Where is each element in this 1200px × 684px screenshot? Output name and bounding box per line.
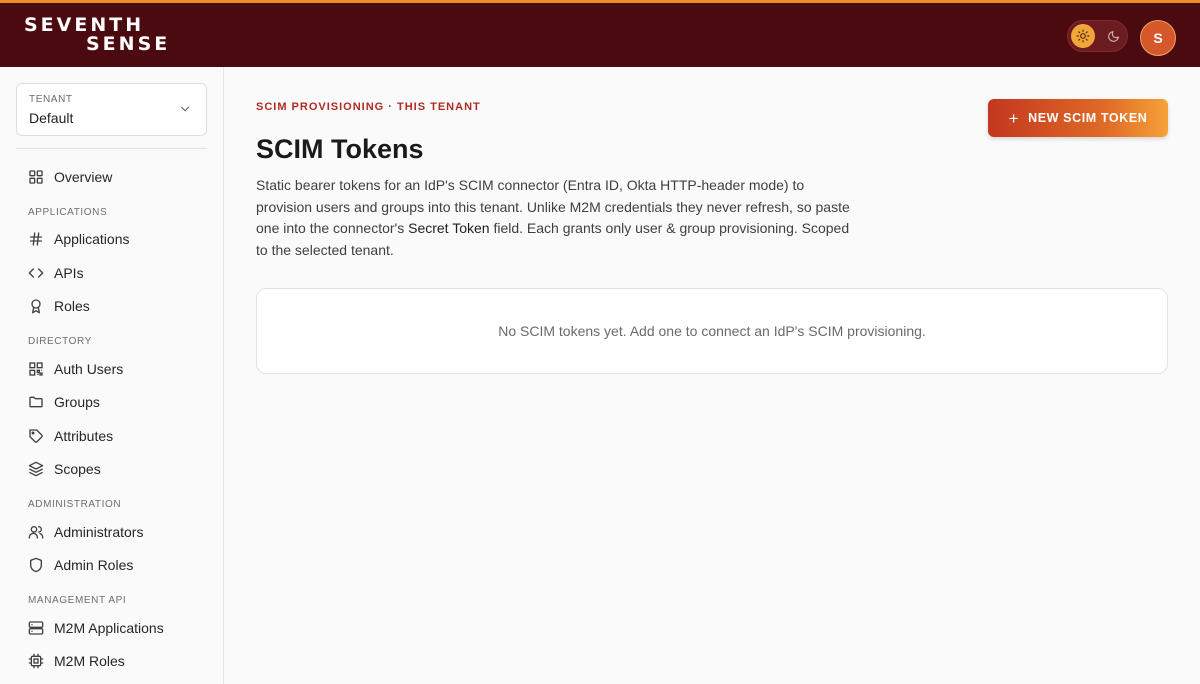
sidebar-item-apis[interactable]: APIs	[16, 259, 207, 287]
sidebar-item-attributes[interactable]: Attributes	[16, 422, 207, 450]
top-bar: SEVENTH SENSE S	[0, 0, 1200, 67]
sidebar-item-label: Attributes	[54, 428, 114, 444]
sidebar-item-label: Groups	[54, 394, 100, 410]
cpu-icon	[26, 651, 46, 671]
section-directory: DIRECTORY	[28, 336, 92, 347]
sidebar-item-label: Admin Roles	[54, 557, 134, 573]
layers-icon	[26, 459, 46, 479]
tenant-label: TENANT	[29, 94, 73, 105]
award-icon	[26, 296, 46, 316]
logo-line-2: SENSE	[86, 33, 171, 55]
theme-toggle[interactable]	[1067, 20, 1128, 52]
sun-icon[interactable]	[1071, 24, 1095, 48]
grid-icon	[26, 167, 46, 187]
sidebar-item-administrators[interactable]: Administrators	[16, 518, 207, 546]
sidebar-item-label: Administrators	[54, 524, 144, 540]
sidebar-item-m2m-applications[interactable]: M2M Applications	[16, 614, 207, 642]
description-emphasis: Secret Token	[408, 220, 490, 237]
seventh-sense-logo[interactable]: SEVENTH SENSE	[24, 13, 184, 57]
sidebar-item-admin-roles[interactable]: Admin Roles	[16, 551, 207, 579]
users-icon	[26, 522, 46, 542]
sidebar-item-auth-users[interactable]: Auth Users	[16, 355, 207, 383]
empty-state-message: No SCIM tokens yet. Add one to connect a…	[498, 323, 926, 339]
qr-code-icon	[26, 359, 46, 379]
sidebar-item-label: Scopes	[54, 461, 101, 477]
sidebar-item-roles[interactable]: Roles	[16, 292, 207, 320]
sidebar-item-label: APIs	[54, 265, 84, 281]
tenant-value: Default	[29, 110, 74, 126]
sidebar-item-label: Applications	[54, 231, 130, 247]
logo-line-1: SEVENTH	[24, 14, 145, 36]
user-avatar[interactable]: S	[1140, 20, 1176, 56]
tenant-selector[interactable]: TENANT Default	[16, 83, 207, 136]
folder-icon	[26, 392, 46, 412]
sidebar-divider	[16, 148, 207, 149]
hash-icon	[26, 229, 46, 249]
main-content: SCIM PROVISIONING · THIS TENANT SCIM Tok…	[224, 67, 1200, 684]
sidebar-item-label: Auth Users	[54, 361, 124, 377]
tag-icon	[26, 426, 46, 446]
moon-icon[interactable]	[1103, 26, 1123, 46]
page-title: SCIM Tokens	[256, 134, 424, 164]
sidebar-item-scopes[interactable]: Scopes	[16, 455, 207, 483]
page-eyebrow: SCIM PROVISIONING · THIS TENANT	[256, 101, 481, 113]
shield-icon	[26, 555, 46, 575]
page-description: Static bearer tokens for an IdP's SCIM c…	[256, 175, 856, 262]
sidebar-item-label: Overview	[54, 169, 113, 185]
plus-icon: +	[1008, 108, 1020, 128]
new-scim-token-label: NEW SCIM TOKEN	[1028, 111, 1148, 125]
section-administration: ADMINISTRATION	[28, 499, 122, 510]
empty-state-card: No SCIM tokens yet. Add one to connect a…	[256, 288, 1168, 374]
sidebar-item-label: M2M Roles	[54, 653, 125, 669]
code-icon	[26, 263, 46, 283]
section-applications: APPLICATIONS	[28, 207, 108, 218]
sidebar-item-overview[interactable]: Overview	[16, 163, 207, 191]
server-icon	[26, 618, 46, 638]
sidebar-item-label: Roles	[54, 298, 90, 314]
section-management-api: MANAGEMENT API	[28, 595, 127, 606]
new-scim-token-button[interactable]: + NEW SCIM TOKEN	[988, 99, 1168, 137]
sidebar-item-groups[interactable]: Groups	[16, 388, 207, 416]
sidebar-item-label: M2M Applications	[54, 620, 164, 636]
sidebar-item-applications[interactable]: Applications	[16, 225, 207, 253]
sidebar: TENANT Default Overview APPLICATIONS App…	[0, 67, 224, 684]
chevron-down-icon	[178, 102, 192, 121]
sidebar-item-m2m-roles[interactable]: M2M Roles	[16, 647, 207, 675]
